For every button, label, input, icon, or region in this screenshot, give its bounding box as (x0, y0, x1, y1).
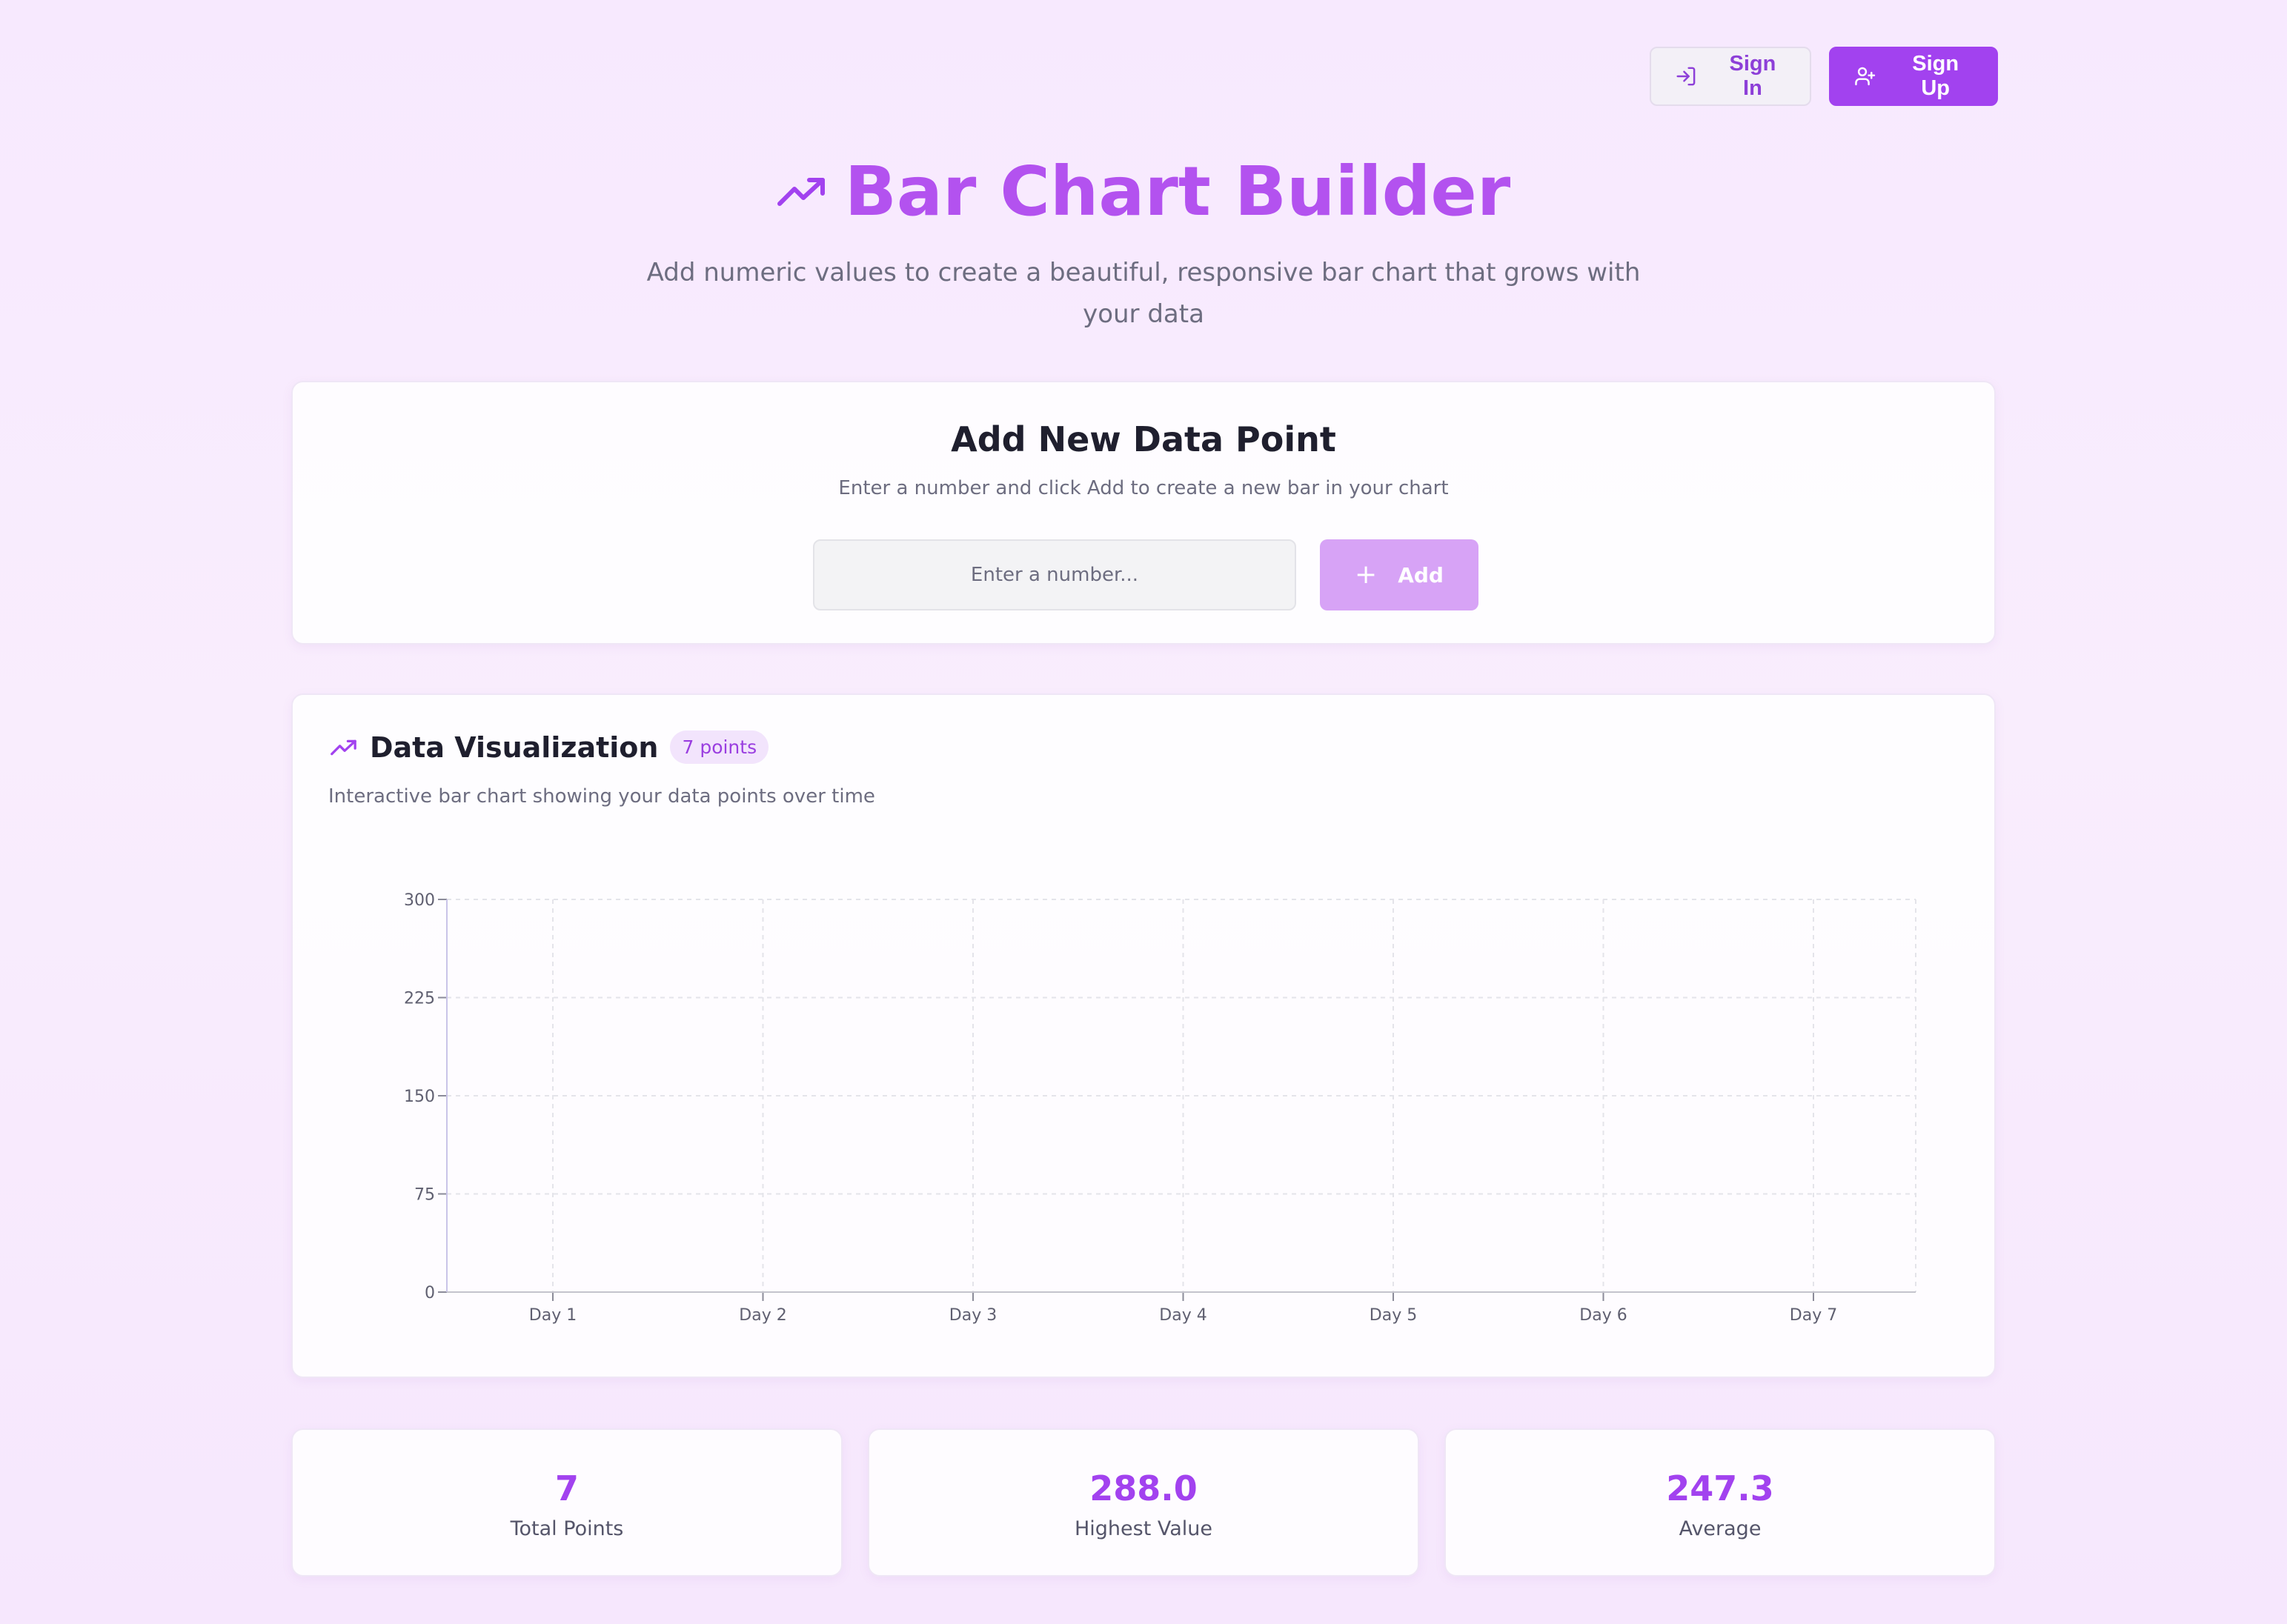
x-tick-label: Day 5 (1370, 1306, 1417, 1325)
sign-up-label: Sign Up (1912, 52, 1959, 100)
sign-in-label: Sign In (1729, 52, 1776, 100)
x-tick-label: Day 6 (1579, 1306, 1627, 1325)
add-panel-title: Add New Data Point (951, 419, 1336, 459)
login-icon (1676, 67, 1696, 86)
stat-value: 7 (554, 1468, 579, 1508)
y-tick-label: 150 (404, 1088, 435, 1106)
y-tick-label: 75 (414, 1186, 435, 1205)
x-tick-label: Day 3 (949, 1306, 997, 1325)
page-title: Bar Chart Builder (0, 152, 2287, 231)
y-tick-label: 0 (425, 1284, 435, 1302)
stat-card-total-points: 7 Total Points (291, 1428, 843, 1577)
stat-value: 288.0 (1089, 1468, 1198, 1508)
plus-icon: + (1355, 559, 1378, 590)
stat-label: Total Points (510, 1517, 624, 1540)
sign-in-button[interactable]: Sign In (1650, 47, 1811, 106)
stat-label: Highest Value (1074, 1517, 1213, 1540)
page-title-text: Bar Chart Builder (844, 152, 1511, 231)
x-tick-label: Day 7 (1790, 1306, 1837, 1325)
y-tick-label: 300 (404, 891, 435, 910)
stat-value: 247.3 (1666, 1468, 1774, 1508)
stat-label: Average (1679, 1517, 1762, 1540)
x-tick-label: Day 1 (529, 1306, 577, 1325)
page-subtitle: Add numeric values to create a beautiful… (646, 258, 1641, 329)
add-button[interactable]: + Add (1320, 539, 1478, 610)
data-visualization-card: Data Visualization 7 points Interactive … (291, 693, 1996, 1378)
add-data-point-card: Add New Data Point Enter a number and cl… (291, 381, 1996, 645)
x-tick-label: Day 4 (1159, 1306, 1206, 1325)
add-label: Add (1398, 562, 1444, 588)
add-panel-subtitle: Enter a number and click Add to create a… (838, 477, 1449, 499)
stat-card-highest-value: 288.0 Highest Value (868, 1428, 1419, 1577)
number-input[interactable] (813, 539, 1296, 610)
trending-up-icon (777, 177, 825, 206)
y-tick-label: 225 (404, 990, 435, 1008)
bar-chart: 0 75 150 225 300 Day 1 Day 2 Day 3 Day 4 Day 5 Day… (404, 891, 1916, 1325)
user-plus-icon (1855, 67, 1876, 86)
stat-card-average: 247.3 Average (1444, 1428, 1996, 1577)
x-tick-label: Day 2 (739, 1306, 786, 1325)
auth-buttons: Sign In Sign Up (1650, 47, 1998, 106)
sign-up-button[interactable]: Sign Up (1829, 47, 1998, 106)
